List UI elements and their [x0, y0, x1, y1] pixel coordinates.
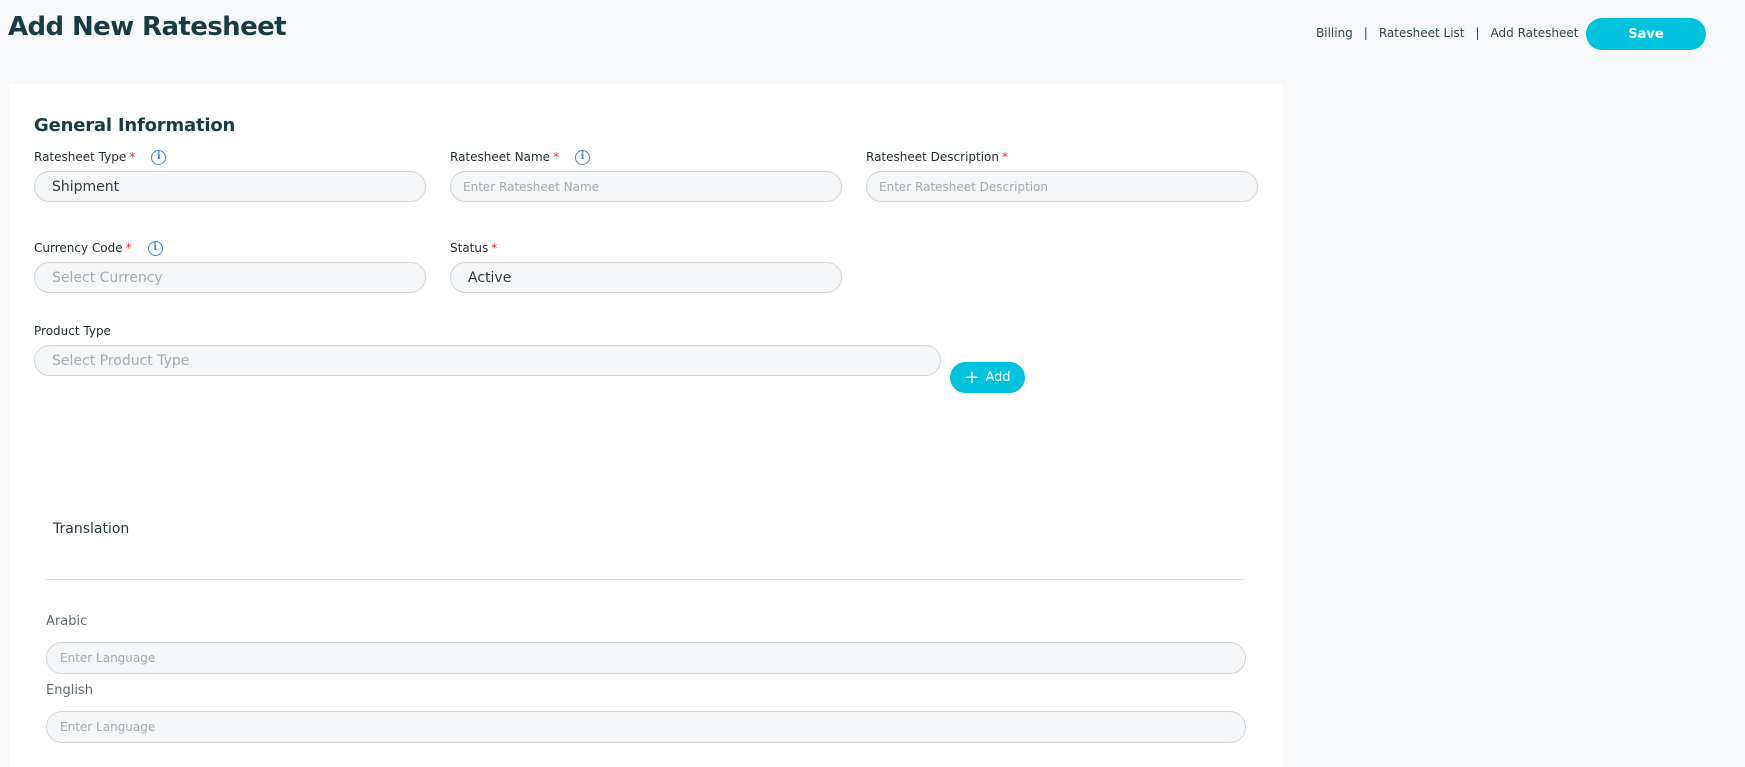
- english-translation-input[interactable]: Enter Language: [46, 711, 1246, 743]
- language-label-english: English: [46, 683, 93, 698]
- divider: [45, 579, 1245, 580]
- required-mark: *: [129, 150, 136, 164]
- ratesheet-type-select[interactable]: Shipment: [34, 171, 426, 202]
- language-label-arabic: Arabic: [46, 614, 88, 629]
- required-mark: *: [553, 150, 560, 164]
- required-mark: *: [1002, 150, 1009, 164]
- translation-title: Translation: [53, 521, 130, 537]
- breadcrumb-separator: |: [1475, 26, 1480, 40]
- currency-code-select[interactable]: Select Currency: [34, 262, 426, 293]
- status-select[interactable]: Active: [450, 262, 842, 293]
- breadcrumb-add-ratesheet: Add Ratesheet: [1490, 26, 1579, 40]
- required-mark: *: [491, 241, 498, 255]
- add-product-type-button[interactable]: + Add: [950, 362, 1025, 393]
- product-type-select[interactable]: Select Product Type: [34, 345, 941, 376]
- ratesheet-type-label: Ratesheet Type: [34, 150, 127, 164]
- product-type-field: Product Type Select Product Type: [34, 322, 941, 376]
- ratesheet-name-label: Ratesheet Name: [450, 150, 551, 164]
- info-icon[interactable]: i: [147, 240, 163, 256]
- required-mark: *: [125, 241, 132, 255]
- ratesheet-description-input[interactable]: Enter Ratesheet Description: [866, 171, 1258, 202]
- breadcrumb-billing[interactable]: Billing: [1316, 26, 1353, 40]
- currency-code-label: Currency Code: [34, 241, 123, 255]
- page-title: Add New Ratesheet: [8, 12, 287, 42]
- currency-code-field: Currency Code * i Select Currency: [34, 239, 426, 293]
- ratesheet-type-field: Ratesheet Type * i Shipment: [34, 148, 426, 202]
- arabic-translation-input[interactable]: Enter Language: [46, 642, 1246, 674]
- breadcrumb: Billing | Ratesheet List | Add Ratesheet: [1316, 26, 1578, 40]
- info-icon[interactable]: i: [151, 149, 167, 165]
- add-button-label: Add: [985, 370, 1011, 385]
- status-field: Status * Active: [450, 239, 842, 293]
- ratesheet-name-field: Ratesheet Name * i Enter Ratesheet Name: [450, 148, 842, 202]
- ratesheet-description-field: Ratesheet Description * Enter Ratesheet …: [866, 148, 1258, 202]
- info-icon[interactable]: i: [575, 149, 591, 165]
- general-information-card: General Information Ratesheet Type * i S…: [9, 84, 1283, 767]
- product-type-label: Product Type: [34, 324, 111, 338]
- ratesheet-description-label: Ratesheet Description: [866, 150, 1000, 164]
- breadcrumb-separator: |: [1363, 26, 1368, 40]
- save-button[interactable]: Save: [1586, 18, 1706, 50]
- ratesheet-name-input[interactable]: Enter Ratesheet Name: [450, 171, 842, 202]
- section-title-general-information: General Information: [34, 115, 236, 136]
- status-label: Status: [450, 241, 489, 255]
- breadcrumb-ratesheet-list[interactable]: Ratesheet List: [1379, 26, 1465, 40]
- plus-icon: +: [964, 366, 980, 388]
